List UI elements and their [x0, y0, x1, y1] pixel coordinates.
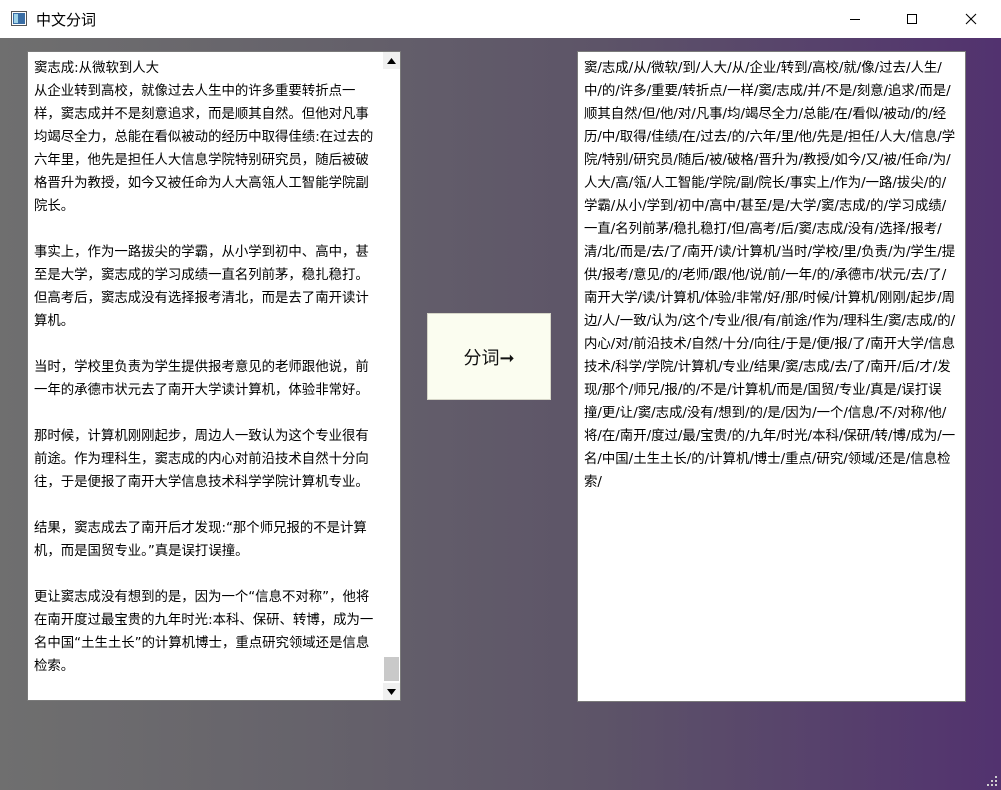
close-button[interactable]	[948, 0, 994, 38]
maximize-icon	[907, 14, 917, 24]
scroll-thumb[interactable]	[384, 657, 399, 681]
resize-grip-icon[interactable]	[986, 775, 998, 787]
minimize-button[interactable]	[832, 0, 878, 38]
scroll-down-arrow-icon	[387, 688, 396, 695]
input-textarea[interactable]: 窦志成:从微软到人大 从企业转到高校，就像过去人生中的许多重要转折点一样，窦志成…	[27, 51, 401, 701]
output-text[interactable]: 窦/志成/从/微软/到/人大/从/企业/转到/高校/就/像/过去/人生/中/的/…	[584, 57, 958, 697]
scroll-down-button[interactable]	[383, 683, 400, 700]
title-bar[interactable]: 中文分词	[0, 0, 1001, 38]
minimize-icon	[850, 19, 860, 20]
close-icon	[965, 13, 977, 25]
segment-button[interactable]: 分词➞	[427, 313, 551, 400]
scroll-up-arrow-icon	[387, 57, 396, 64]
client-area: 窦志成:从微软到人大 从企业转到高校，就像过去人生中的许多重要转折点一样，窦志成…	[0, 38, 1001, 790]
input-scrollbar[interactable]	[383, 52, 400, 700]
scroll-up-button[interactable]	[383, 52, 400, 69]
output-textarea[interactable]: 窦/志成/从/微软/到/人大/从/企业/转到/高校/就/像/过去/人生/中/的/…	[577, 51, 966, 702]
input-text[interactable]: 窦志成:从微软到人大 从企业转到高校，就像过去人生中的许多重要转折点一样，窦志成…	[34, 57, 382, 695]
maximize-button[interactable]	[889, 0, 935, 38]
app-icon	[11, 11, 27, 26]
window-title: 中文分词	[36, 11, 97, 29]
app-window: 中文分词 窦志成:从微软到人大 从企业转到高校，就像过去人生中的许多重要转折点一…	[0, 0, 1001, 790]
scroll-track[interactable]	[383, 69, 400, 683]
